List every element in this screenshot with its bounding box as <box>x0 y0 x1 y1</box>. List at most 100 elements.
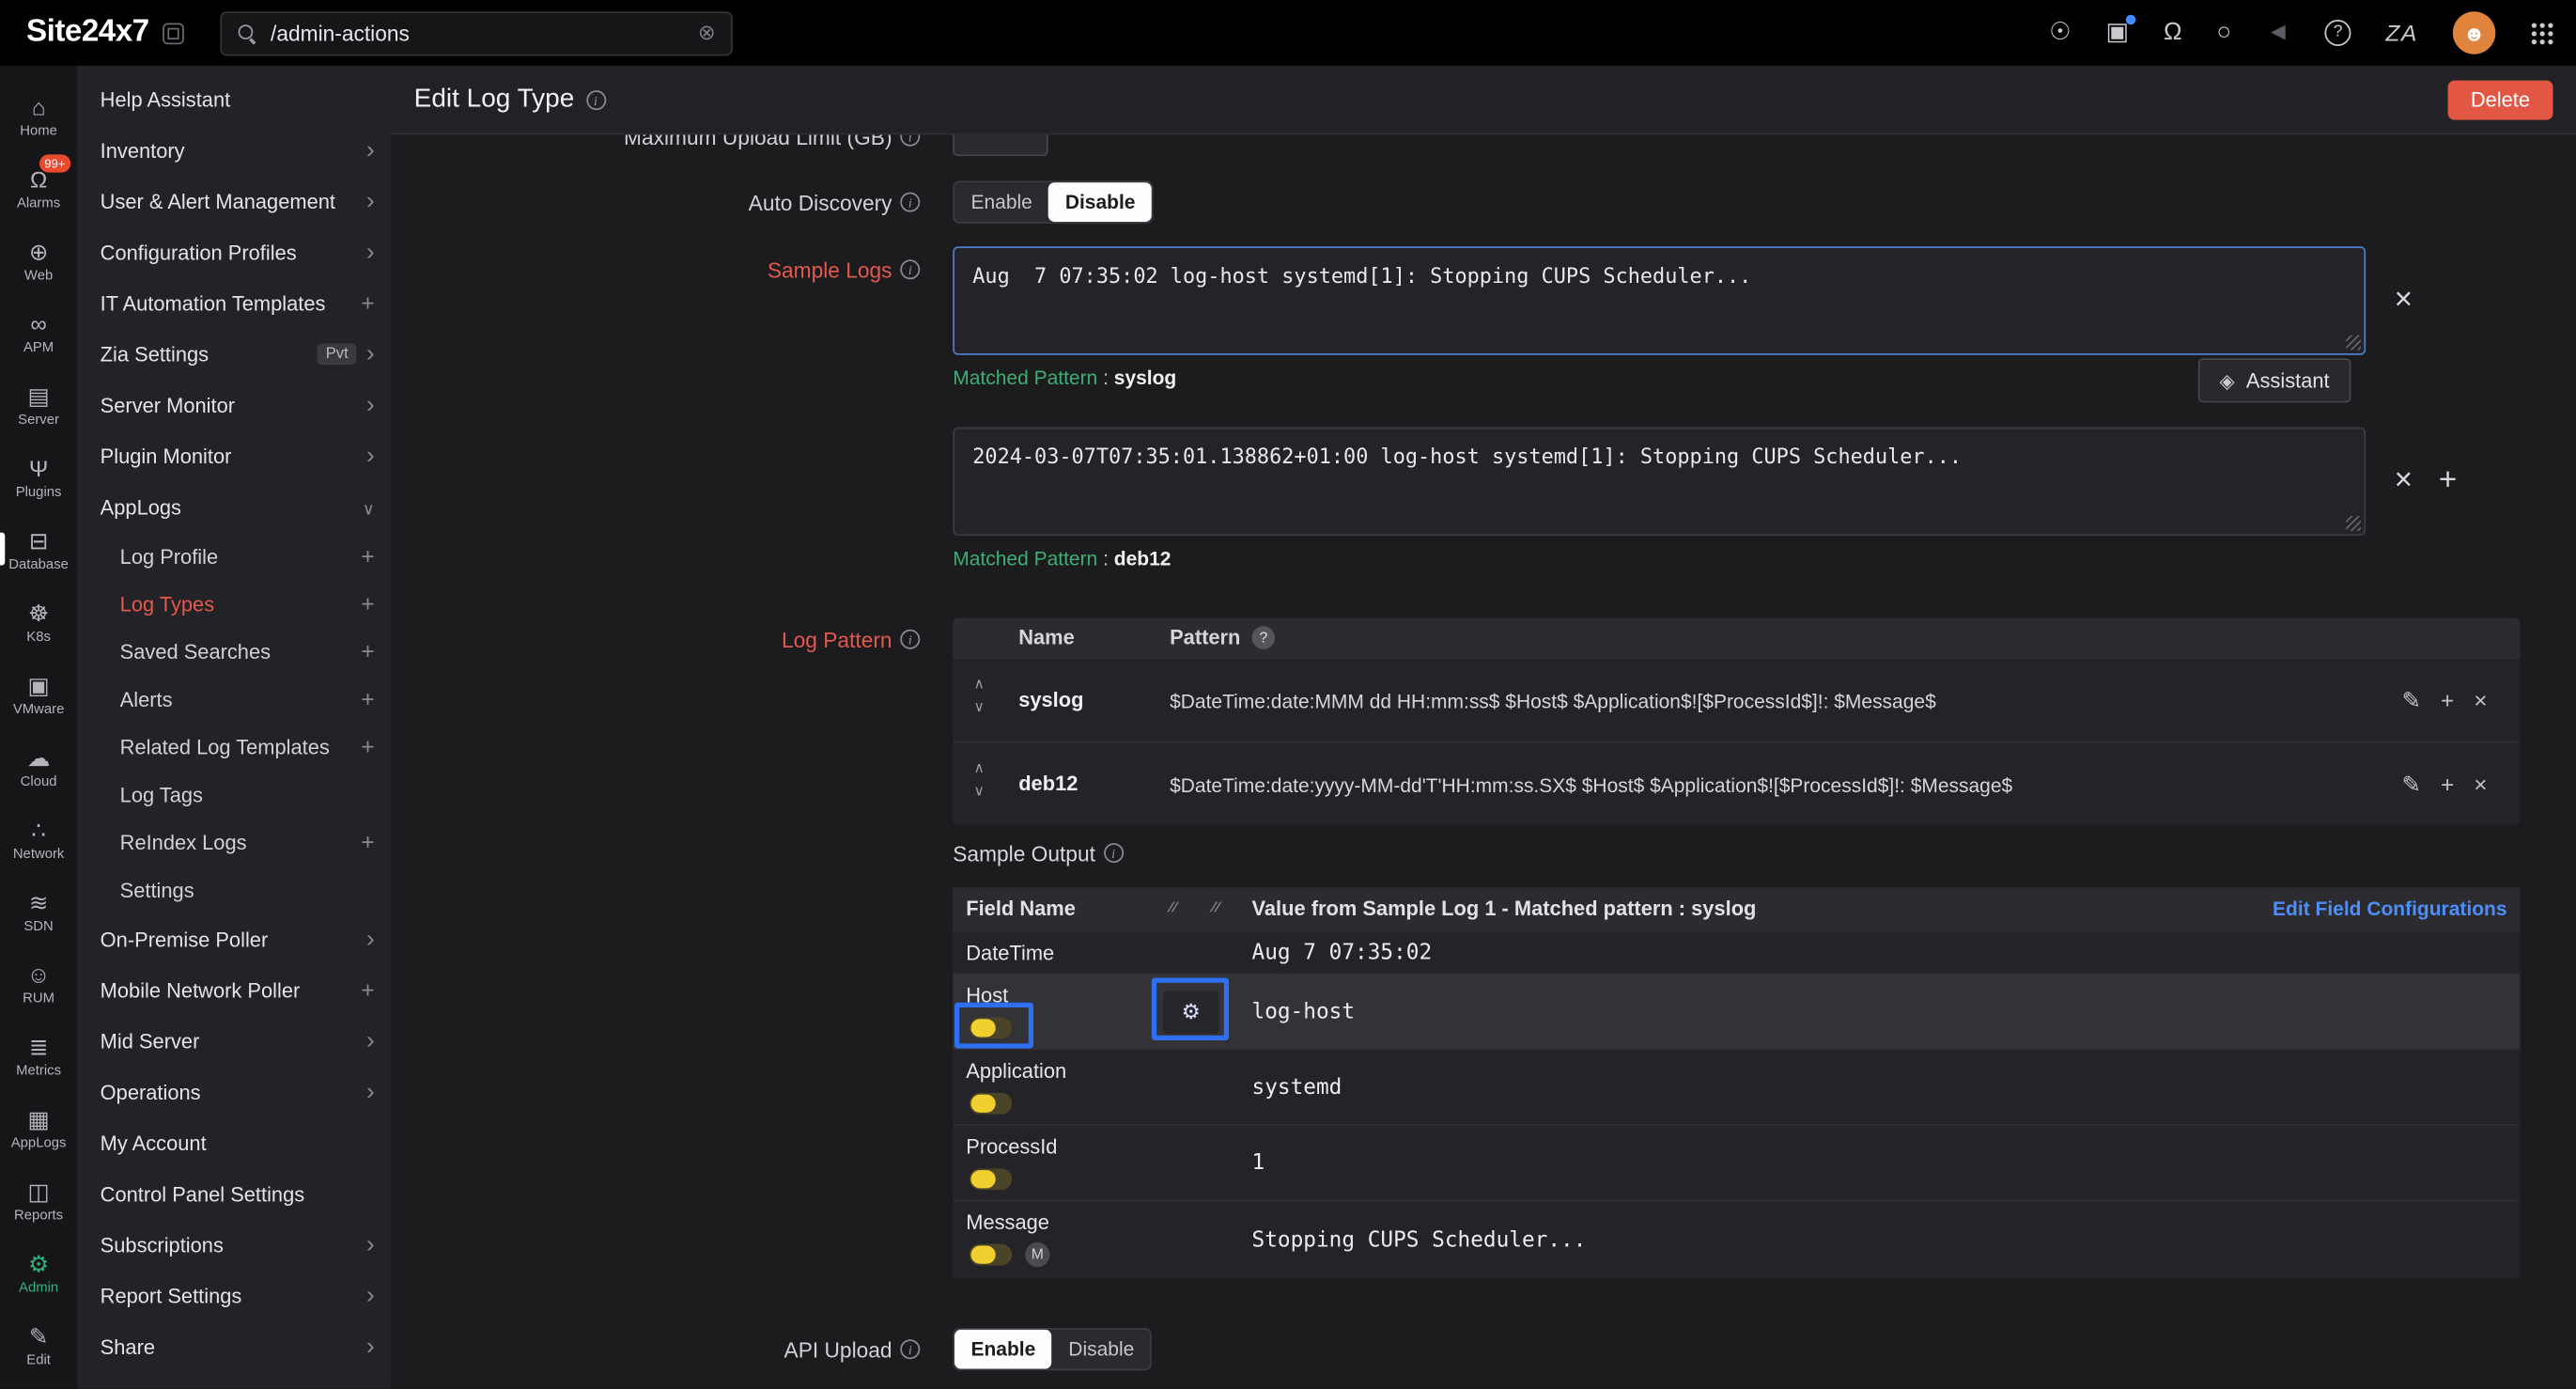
sidebar-item-plugin-monitor[interactable]: Plugin Monitor <box>77 430 391 481</box>
sample-log-input-1[interactable]: Aug 7 07:35:02 log-host systemd[1]: Stop… <box>953 246 2366 354</box>
sidebar-item-on-premise-poller[interactable]: On-Premise Poller <box>77 913 391 964</box>
reorder-handle[interactable]: ∧∨ <box>966 677 992 714</box>
sidebar-item-report-settings[interactable]: Report Settings <box>77 1271 391 1321</box>
rail-item-server[interactable]: Server <box>0 368 77 441</box>
plus-icon[interactable] <box>361 687 374 711</box>
add-pattern-icon[interactable] <box>2441 687 2454 715</box>
sidebar-item-log-profile[interactable]: Log Profile <box>77 533 391 581</box>
sidebar-item-settings[interactable]: Settings <box>77 866 391 914</box>
sample-log-input-2[interactable]: 2024-03-07T07:35:01.138862+01:00 log-hos… <box>953 428 2366 536</box>
rail-item-vmware[interactable]: VMware <box>0 657 77 729</box>
global-search[interactable]: /admin-actions <box>220 10 733 55</box>
add-pattern-icon[interactable] <box>2441 771 2454 799</box>
plus-icon[interactable] <box>361 735 374 759</box>
remove-sample-log-1-icon[interactable] <box>2387 285 2420 318</box>
sidebar-item-it-automation-templates[interactable]: IT Automation Templates <box>77 278 391 329</box>
sidebar-item-alerts[interactable]: Alerts <box>77 676 391 724</box>
edit-pattern-icon[interactable] <box>2401 687 2421 715</box>
plus-icon[interactable] <box>361 592 374 616</box>
lightbulb-icon[interactable] <box>2049 20 2072 46</box>
sidebar-item-zia-settings[interactable]: Zia SettingsPvt <box>77 329 391 380</box>
auto-discovery-enable-button[interactable]: Enable <box>954 182 1048 222</box>
rail-item-sdn[interactable]: SDN <box>0 874 77 946</box>
message-field-toggle[interactable] <box>970 1244 1012 1266</box>
edit-field-configurations-link[interactable]: Edit Field Configurations <box>2273 897 2506 920</box>
info-icon[interactable] <box>900 630 920 649</box>
rail-item-cloud[interactable]: Cloud <box>0 729 77 802</box>
rail-item-home[interactable]: Home <box>0 79 77 151</box>
megaphone-icon[interactable] <box>2266 20 2290 46</box>
sidebar-item-help-assistant[interactable]: Help Assistant <box>77 74 391 125</box>
rail-item-edit[interactable]: Edit <box>0 1308 77 1381</box>
add-sample-log-icon[interactable] <box>2431 465 2464 498</box>
sidebar-item-saved-searches[interactable]: Saved Searches <box>77 628 391 676</box>
user-avatar[interactable] <box>2453 11 2495 54</box>
plus-icon[interactable] <box>361 830 374 854</box>
sidebar-item-my-account[interactable]: My Account <box>77 1117 391 1168</box>
remove-sample-log-2-icon[interactable] <box>2387 465 2420 498</box>
info-icon[interactable] <box>900 134 920 146</box>
rail-item-rum[interactable]: RUM <box>0 946 77 1019</box>
column-resize-handle[interactable] <box>1213 899 1221 915</box>
plus-icon[interactable] <box>361 639 374 663</box>
upload-limit-input[interactable] <box>953 134 1047 156</box>
zoho-assist-icon[interactable]: ZA <box>2385 20 2418 46</box>
chevron-down-icon[interactable]: ∨ <box>966 784 992 799</box>
api-upload-enable-button[interactable]: Enable <box>954 1330 1052 1369</box>
plus-icon[interactable] <box>361 544 374 569</box>
rail-item-admin[interactable]: Admin <box>0 1236 77 1308</box>
info-icon[interactable] <box>1104 843 1124 863</box>
host-field-toggle[interactable] <box>970 1017 1012 1038</box>
plus-icon[interactable] <box>361 977 374 1002</box>
sidebar-item-log-types[interactable]: Log Types <box>77 580 391 628</box>
delete-button[interactable]: Delete <box>2447 80 2553 119</box>
popout-icon[interactable] <box>163 23 184 44</box>
application-field-toggle[interactable] <box>970 1093 1012 1115</box>
chevron-up-icon[interactable]: ∧ <box>966 761 992 776</box>
info-icon[interactable] <box>900 1339 920 1359</box>
chevron-up-icon[interactable]: ∧ <box>966 677 992 692</box>
info-icon[interactable] <box>586 89 606 109</box>
info-icon[interactable] <box>900 193 920 212</box>
delete-pattern-icon[interactable] <box>2474 771 2487 799</box>
sidebar-item-related-log-templates[interactable]: Related Log Templates <box>77 723 391 771</box>
assistant-button[interactable]: Assistant <box>2198 358 2351 402</box>
pattern-help-icon[interactable] <box>1252 626 1275 648</box>
rail-item-network[interactable]: Network <box>0 802 77 874</box>
notifications-bell-icon[interactable] <box>2164 20 2182 46</box>
sidebar-item-mid-server[interactable]: Mid Server <box>77 1016 391 1067</box>
sidebar-item-mobile-network-poller[interactable]: Mobile Network Poller <box>77 964 391 1015</box>
search-input[interactable]: /admin-actions <box>271 21 685 45</box>
plus-icon[interactable] <box>361 291 374 316</box>
auto-discovery-disable-button[interactable]: Disable <box>1048 182 1152 222</box>
rail-item-web[interactable]: Web <box>0 224 77 296</box>
reorder-handle[interactable]: ∧∨ <box>966 761 992 799</box>
sidebar-item-server-monitor[interactable]: Server Monitor <box>77 380 391 430</box>
help-icon[interactable] <box>2325 20 2351 46</box>
sidebar-item-reindex-logs[interactable]: ReIndex Logs <box>77 819 391 866</box>
rail-item-plugins[interactable]: Plugins <box>0 441 77 513</box>
clear-search-icon[interactable] <box>698 18 716 47</box>
apps-grid-icon[interactable] <box>2530 22 2553 44</box>
rail-item-apm[interactable]: APM <box>0 296 77 368</box>
rail-item-alarms[interactable]: Alarms99+ <box>0 151 77 224</box>
sidebar-item-configuration-profiles[interactable]: Configuration Profiles <box>77 226 391 277</box>
sidebar-item-share[interactable]: Share <box>77 1321 391 1372</box>
api-upload-toggle[interactable]: Enable Disable <box>953 1328 1152 1370</box>
rail-item-k8s[interactable]: K8s <box>0 585 77 658</box>
sidebar-item-control-panel-settings[interactable]: Control Panel Settings <box>77 1168 391 1219</box>
sidebar-item-log-tags[interactable]: Log Tags <box>77 771 391 819</box>
edit-pattern-icon[interactable] <box>2401 771 2421 799</box>
column-resize-handle[interactable] <box>1170 899 1178 915</box>
rail-item-metrics[interactable]: Metrics <box>0 1019 77 1091</box>
sidebar-item-user-alert-management[interactable]: User & Alert Management <box>77 176 391 226</box>
host-field-settings-button[interactable] <box>1163 991 1218 1033</box>
sidebar-item-applogs[interactable]: AppLogs <box>77 481 391 532</box>
processid-field-toggle[interactable] <box>970 1168 1012 1190</box>
info-icon[interactable] <box>900 259 920 279</box>
sidebar-item-inventory[interactable]: Inventory <box>77 125 391 176</box>
rail-item-reports[interactable]: Reports <box>0 1163 77 1236</box>
gift-icon[interactable] <box>2105 20 2129 46</box>
auto-discovery-toggle[interactable]: Enable Disable <box>953 180 1153 223</box>
rail-item-applogs[interactable]: AppLogs <box>0 1091 77 1163</box>
